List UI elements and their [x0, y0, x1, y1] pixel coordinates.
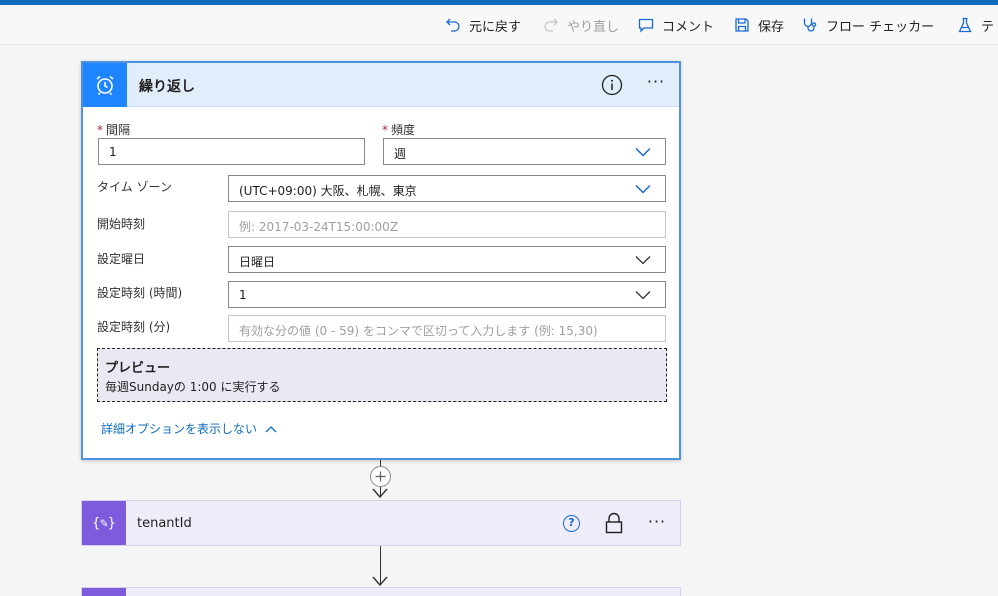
- undo-button[interactable]: 元に戻す: [445, 15, 521, 35]
- frequency-dropdown[interactable]: 週: [383, 138, 666, 165]
- flow-checker-button[interactable]: フロー チェッカー: [802, 15, 934, 35]
- advanced-link-label: 詳細オプションを表示しない: [101, 422, 258, 436]
- comment-button[interactable]: コメント: [638, 15, 714, 35]
- test-button[interactable]: テ: [957, 15, 994, 35]
- timezone-dropdown[interactable]: (UTC+09:00) 大阪、札幌、東京: [228, 175, 666, 202]
- alarm-clock-icon: [96, 75, 114, 96]
- recurrence-title: 繰り返し: [139, 79, 195, 95]
- test-label: テ: [981, 19, 995, 35]
- stethoscope-icon: [803, 18, 817, 32]
- flask-icon: [958, 17, 972, 33]
- next-action-card[interactable]: [81, 587, 681, 596]
- help-icon[interactable]: ?: [563, 515, 580, 532]
- redo-icon: [544, 18, 558, 32]
- chevron-down-icon: [635, 147, 651, 157]
- next-action-icon-box: [82, 588, 126, 596]
- frequency-value: 週: [394, 147, 407, 161]
- hours-label: 設定時刻 (時間): [97, 286, 183, 300]
- timezone-label: タイム ゾーン: [97, 180, 172, 194]
- info-icon[interactable]: [601, 74, 623, 96]
- save-icon: [735, 18, 749, 32]
- variable-icon: {✎}: [82, 501, 126, 545]
- command-bar: 元に戻す やり直し コメント 保存 フロー チェッカー テ: [0, 5, 998, 45]
- weekdays-value: 日曜日: [239, 255, 276, 269]
- recurrence-icon-box: [83, 63, 127, 107]
- interval-label: * 間隔: [97, 123, 131, 137]
- save-button[interactable]: 保存: [734, 15, 784, 35]
- chevron-down-icon: [635, 184, 651, 194]
- preview-title: プレビュー: [105, 361, 171, 376]
- weekdays-dropdown[interactable]: 日曜日: [228, 246, 666, 273]
- arrow-down-icon: [372, 488, 388, 498]
- save-label: 保存: [758, 19, 785, 35]
- comment-icon: [638, 18, 654, 33]
- hide-advanced-options-link[interactable]: 詳細オプションを表示しない: [101, 420, 277, 437]
- preview-box: プレビュー 毎週Sundayの 1:00 に実行する: [97, 348, 667, 402]
- minutes-label: 設定時刻 (分): [97, 320, 171, 334]
- undo-icon: [446, 18, 460, 32]
- hours-dropdown[interactable]: 1: [228, 281, 666, 308]
- interval-input[interactable]: 1: [98, 138, 365, 165]
- add-step-plus-icon[interactable]: [370, 466, 391, 487]
- chevron-up-icon: [265, 425, 277, 432]
- start-time-input[interactable]: 例: 2017-03-24T15:00:00Z: [228, 211, 666, 238]
- chevron-down-icon: [635, 291, 651, 300]
- arrow-down-icon: [372, 576, 388, 586]
- frequency-label: * 頻度: [382, 123, 416, 137]
- recurrence-card: 繰り返し ··· * 間隔 1 * 頻度 週 タイム ゾーン (UTC+09:00)…: [81, 61, 681, 460]
- hours-value: 1: [239, 288, 247, 302]
- redo-label: やり直し: [567, 19, 620, 35]
- recurrence-card-header[interactable]: 繰り返し ···: [83, 63, 679, 107]
- redo-button[interactable]: やり直し: [543, 15, 619, 35]
- weekdays-label: 設定曜日: [97, 252, 146, 266]
- comment-label: コメント: [662, 19, 715, 35]
- flow-checker-label: フロー チェッカー: [826, 19, 935, 35]
- chevron-down-icon: [635, 256, 651, 265]
- minutes-input[interactable]: 有効な分の値 (0 - 59) をコンマで区切って入力します (例: 15,30…: [228, 315, 666, 342]
- variable-card-tenantid[interactable]: {✎} tenantId ? ···: [81, 500, 681, 546]
- variable-title: tenantId: [137, 516, 192, 531]
- more-icon[interactable]: ···: [643, 74, 669, 94]
- start-time-label: 開始時刻: [97, 217, 146, 231]
- undo-label: 元に戻す: [469, 19, 522, 35]
- preview-text: 毎週Sundayの 1:00 に実行する: [105, 380, 281, 394]
- more-icon[interactable]: ···: [644, 514, 670, 534]
- lock-icon[interactable]: [604, 512, 624, 534]
- timezone-value: (UTC+09:00) 大阪、札幌、東京: [239, 184, 417, 198]
